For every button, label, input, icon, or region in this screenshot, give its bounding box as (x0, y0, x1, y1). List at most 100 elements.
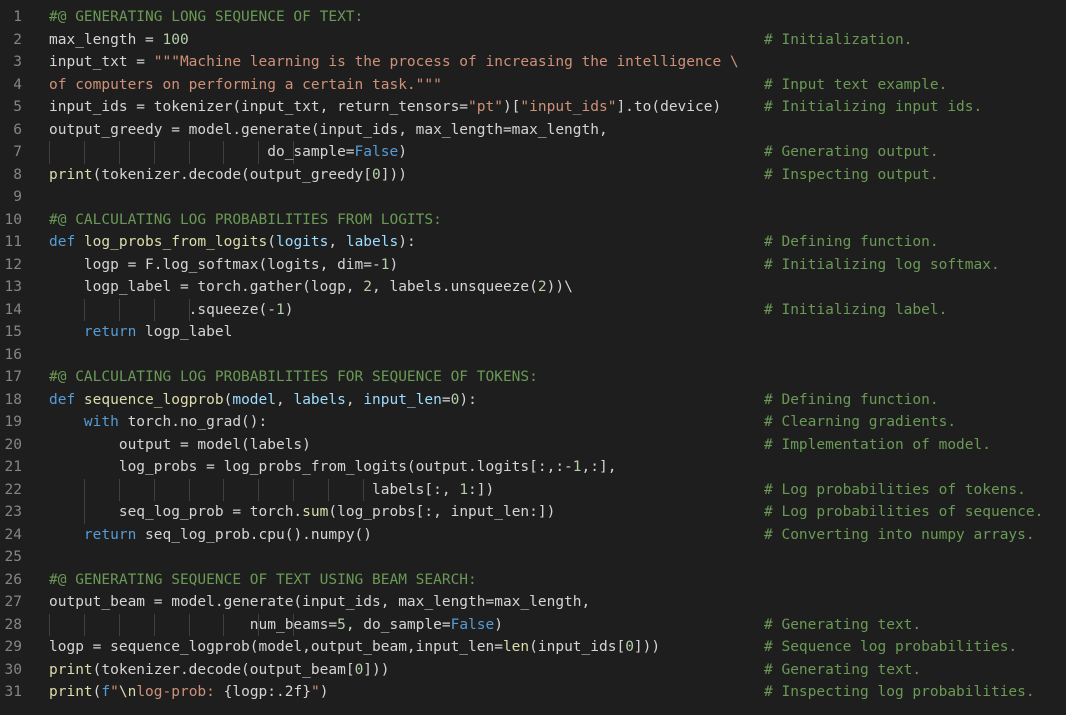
inline-comment: # Initializing label. (764, 301, 948, 318)
code-line[interactable]: 25 (0, 546, 1066, 569)
code-token: ) (284, 301, 294, 318)
line-number: 29 (4, 639, 22, 655)
line-number: 17 (4, 369, 22, 385)
code-text: #@ GENERATING SEQUENCE OF TEXT USING BEA… (49, 569, 477, 592)
code-token: , (328, 234, 346, 250)
code-token: (tokenizer.decode(output_beam[ (92, 661, 355, 678)
inline-comment: # Inspecting output. (764, 166, 939, 183)
code-text: do_sample=False) (49, 141, 407, 164)
code-line[interactable]: 23 seq_log_prob = torch.sum(log_probs[:,… (0, 501, 1066, 524)
code-token: def (49, 391, 84, 408)
code-line[interactable]: 6 output_greedy = model.generate(input_id… (0, 119, 1066, 142)
code-token: sum (302, 504, 329, 520)
code-token: output_beam = model.generate(input_ids, … (49, 594, 591, 610)
code-token: ])) (633, 639, 661, 655)
code-line[interactable]: 29 logp = sequence_logprob(model,output_b… (0, 636, 1066, 659)
code-token: return (83, 324, 137, 340)
line-number: 8 (13, 166, 22, 183)
code-token: 1 (572, 459, 582, 475)
code-token: #@ GENERATING SEQUENCE OF TEXT USING BEA… (49, 571, 477, 588)
code-token: ): (398, 234, 416, 250)
code-line[interactable]: 11 def log_probs_from_logits(logits, labe… (0, 231, 1066, 254)
code-token: (tokenizer.decode(output_greedy[ (92, 166, 373, 183)
inline-comment: # Inspecting log probabilities. (764, 684, 1035, 700)
line-number: 24 (4, 526, 22, 543)
code-line[interactable]: 17 #@ CALCULATING LOG PROBABILITIES FOR S… (0, 366, 1066, 389)
inline-comment: # Defining function. (764, 391, 939, 408)
inline-comment: # Log probabilities of sequence. (764, 504, 1044, 520)
code-line[interactable]: 10 #@ CALCULATING LOG PROBABILITIES FROM … (0, 209, 1066, 232)
code-line[interactable]: 3 input_txt = """Machine learning is the … (0, 51, 1066, 74)
code-token: "input_ids" (520, 99, 617, 115)
code-line[interactable]: 28 num_beams=5, do_sample=False) # Genera… (0, 613, 1066, 636)
code-text: seq_log_prob = torch.sum(log_probs[:, in… (49, 501, 556, 524)
code-text: #@ CALCULATING LOG PROBABILITIES FOR SEQ… (49, 366, 538, 389)
code-line[interactable]: 5 input_ids = tokenizer(input_txt, return… (0, 96, 1066, 119)
code-token: output_greedy = model.generate(input_ids… (49, 121, 608, 138)
line-number: 20 (4, 436, 22, 453)
code-line[interactable]: 9 (0, 186, 1066, 209)
inline-comment: # Defining function. (764, 234, 939, 250)
code-editor[interactable]: 1 #@ GENERATING LONG SEQUENCE OF TEXT: 2 ma… (0, 0, 1066, 715)
code-token: logp_label (136, 324, 233, 340)
code-token: = (441, 391, 451, 408)
code-token: , do_sample= (345, 616, 451, 633)
code-line[interactable]: 27 output_beam = model.generate(input_ids… (0, 591, 1066, 614)
code-line[interactable]: 13 logp_label = torch.gather(logp, 2, la… (0, 276, 1066, 299)
code-line[interactable]: 4 of computers on performing a certain ta… (0, 74, 1066, 97)
code-line[interactable]: 31 print(f"\nlog-prob: {logp:.2f}") # Insp… (0, 681, 1066, 704)
code-text: print(f"\nlog-prob: {logp:.2f}") (49, 681, 328, 704)
code-token: sequence_logprob (83, 391, 224, 408)
line-number: 26 (4, 571, 22, 588)
code-line[interactable]: 21 log_probs = log_probs_from_logits(out… (0, 456, 1066, 479)
code-line[interactable]: 12 logp = F.log_softmax(logits, dim=-1) #… (0, 254, 1066, 277)
code-token: ])) (380, 166, 407, 183)
code-line[interactable]: 24 return seq_log_prob.cpu().numpy() # Co… (0, 524, 1066, 547)
code-text: logp = F.log_softmax(logits, dim=-1) (49, 254, 398, 277)
code-token: :]) (468, 481, 495, 498)
code-token: #@ GENERATING LONG SEQUENCE OF TEXT: (49, 9, 364, 25)
code-token: False (450, 616, 495, 633)
code-text: return logp_label (49, 321, 232, 344)
line-number: 12 (4, 256, 22, 273)
code-text: print(tokenizer.decode(output_beam[0])) (49, 659, 390, 682)
code-token: num_beams= (49, 616, 338, 633)
code-token: #@ CALCULATING LOG PROBABILITIES FOR SEQ… (49, 369, 538, 385)
code-text: output_beam = model.generate(input_ids, … (49, 591, 590, 614)
code-token: ) (494, 616, 503, 633)
code-line[interactable]: 8 print(tokenizer.decode(output_greedy[0]… (0, 164, 1066, 187)
code-line[interactable]: 30 print(tokenizer.decode(output_beam[0])… (0, 659, 1066, 682)
inline-comment: # Generating text. (764, 661, 922, 678)
code-line[interactable]: 2 max_length = 100 # Initialization. (0, 29, 1066, 52)
code-line[interactable]: 26 #@ GENERATING SEQUENCE OF TEXT USING B… (0, 569, 1066, 592)
code-token: ].to(device) (616, 99, 722, 115)
code-line[interactable]: 19 with torch.no_grad(): # Clearning grad… (0, 411, 1066, 434)
code-token: seq_log_prob.cpu().numpy() (136, 526, 373, 543)
line-number: 3 (13, 54, 22, 70)
code-line[interactable]: 22 labels[:, 1:]) # Log probabilities of … (0, 478, 1066, 501)
code-text: logp_label = torch.gather(logp, 2, label… (49, 276, 573, 299)
code-token: labels (345, 234, 399, 250)
line-number: 9 (13, 189, 22, 205)
code-line[interactable]: 20 output = model(labels) # Implementatio… (0, 434, 1066, 457)
code-token: input_ids = tokenizer(input_txt, return_… (49, 99, 469, 115)
line-number: 11 (4, 234, 22, 250)
code-token: 100 (162, 31, 189, 48)
line-number: 27 (4, 594, 22, 610)
code-text: max_length = 100 (49, 29, 189, 52)
code-token: ) (389, 256, 399, 273)
code-token: print (49, 166, 93, 183)
code-line[interactable]: 16 (0, 344, 1066, 367)
code-token: , labels.unsqueeze( (372, 279, 538, 295)
code-token: print (49, 661, 93, 678)
code-text: .squeeze(-1) (49, 299, 294, 322)
inline-comment: # Initializing log softmax. (764, 256, 1000, 273)
code-line[interactable]: 7 do_sample=False) # Generating output. (0, 141, 1066, 164)
code-line[interactable]: 15 return logp_label (0, 321, 1066, 344)
code-line[interactable]: 18 def sequence_logprob(model, labels, in… (0, 389, 1066, 412)
code-token: \n (118, 684, 137, 700)
code-line[interactable]: 1 #@ GENERATING LONG SEQUENCE OF TEXT: (0, 6, 1066, 29)
code-line[interactable]: 14 .squeeze(-1) # Initializing label. (0, 298, 1066, 322)
code-token: do_sample= (49, 144, 355, 160)
